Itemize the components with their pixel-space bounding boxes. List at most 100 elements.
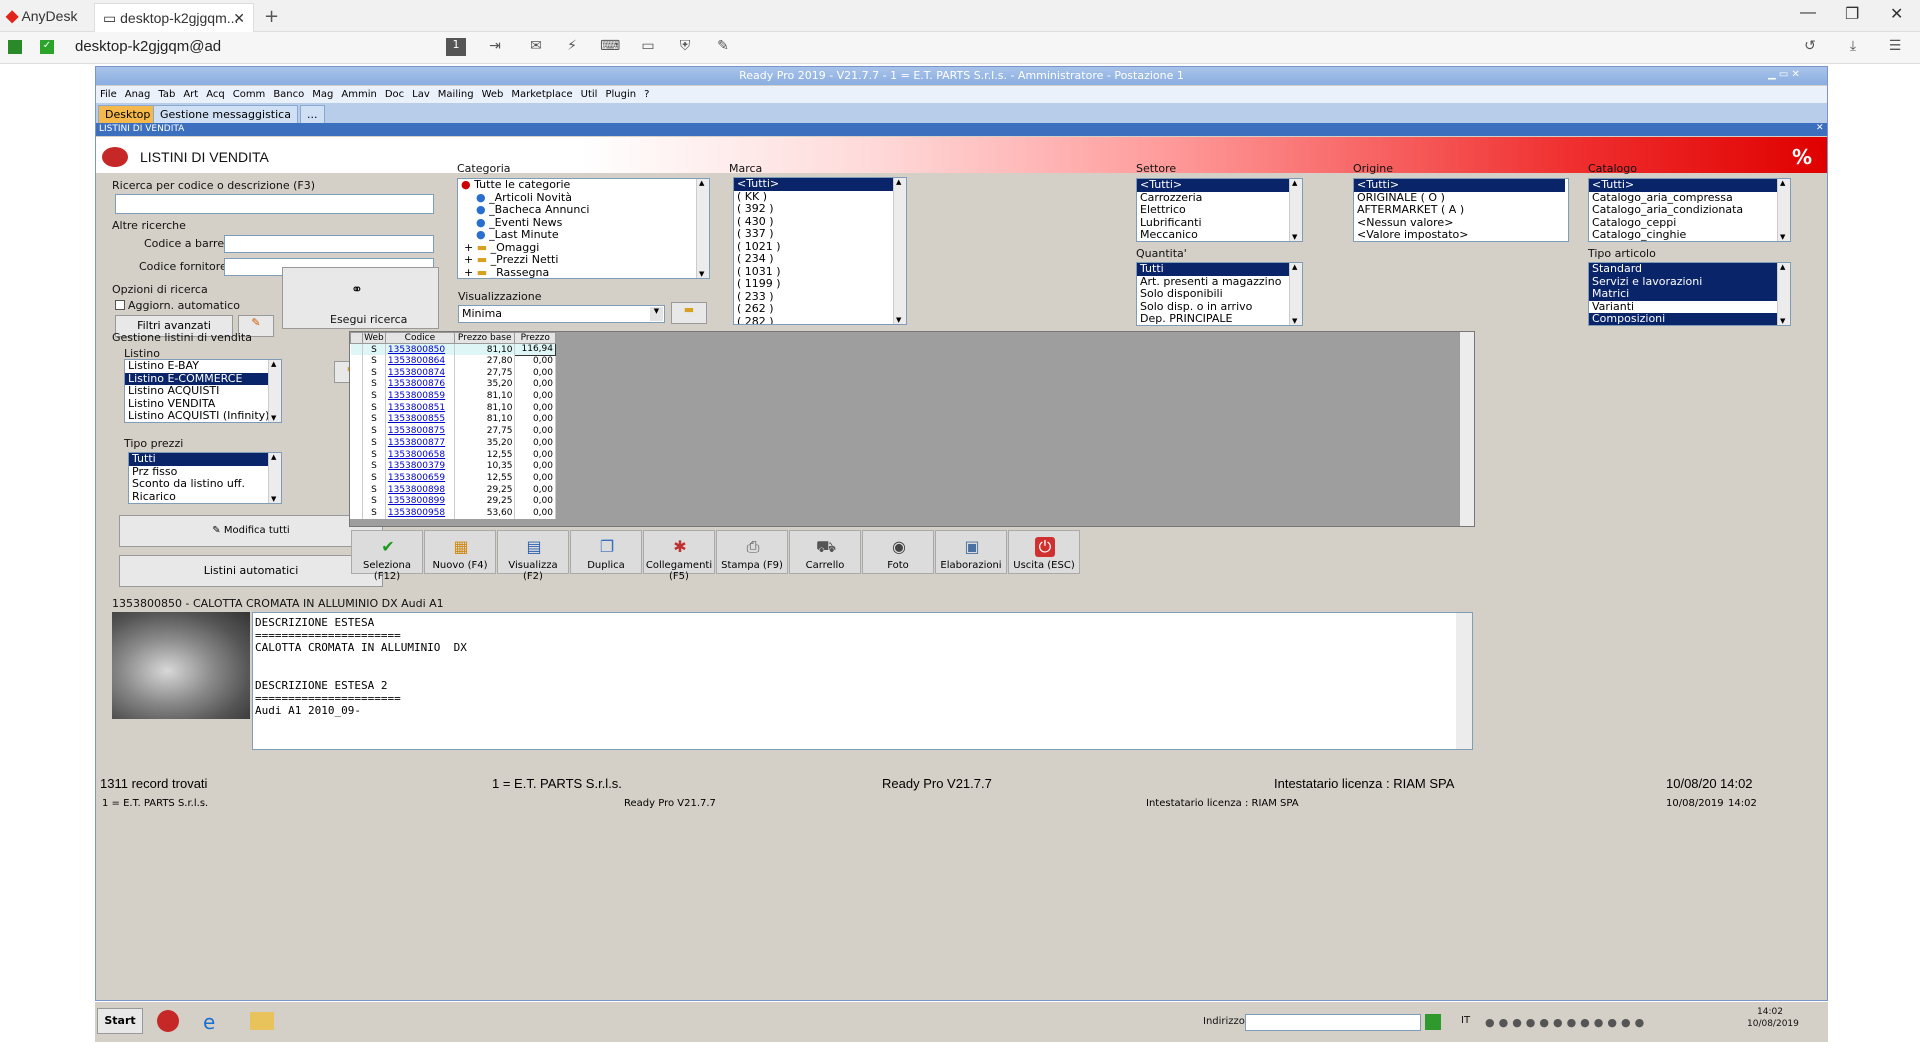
cell-prezzo[interactable]: 116,94 xyxy=(514,343,556,356)
cell-codice[interactable]: 1353800659 xyxy=(385,472,455,484)
table-row[interactable]: S 1353800859 81,10 0,00 xyxy=(350,390,556,402)
cell-prezzo[interactable]: 0,00 xyxy=(514,390,556,402)
catalogo-list[interactable]: <Tutti> Catalogo_aria_compressa Catalogo… xyxy=(1588,178,1791,242)
list-item[interactable]: ( 1199 ) xyxy=(734,277,906,291)
description-scrollbar[interactable] xyxy=(1456,613,1472,749)
cell-prezzo-base[interactable]: 81,10 xyxy=(454,401,516,414)
readypro-taskbar-icon[interactable] xyxy=(157,1010,179,1032)
table-row[interactable]: S 1353800379 10,35 0,00 xyxy=(350,460,556,473)
auto-update-checkbox[interactable] xyxy=(115,300,125,310)
cell-web[interactable]: S xyxy=(362,413,386,426)
cell-web[interactable]: S xyxy=(362,472,386,484)
foto-button[interactable]: ◉ Foto xyxy=(862,530,934,574)
cell-codice[interactable]: 1353800874 xyxy=(385,366,455,379)
chat-icon[interactable]: ✉ xyxy=(526,38,546,56)
table-row[interactable]: S 1353800855 81,10 0,00 xyxy=(350,413,556,426)
cell-codice[interactable]: 1353800864 xyxy=(385,355,455,367)
list-item[interactable]: Matrici xyxy=(1589,287,1790,301)
cell-prezzo-base[interactable]: 29,25 xyxy=(454,483,516,496)
cell-web[interactable]: S xyxy=(362,355,386,367)
list-item[interactable]: Catalogo_cinghie xyxy=(1589,228,1790,241)
cell-codice[interactable]: 1353800876 xyxy=(385,378,455,391)
cell-codice[interactable]: 1353800877 xyxy=(385,437,455,449)
display-icon[interactable]: ▭ xyxy=(638,38,658,56)
restore-icon[interactable]: ❐ xyxy=(1845,4,1859,24)
cell-web[interactable]: S xyxy=(362,425,386,437)
menu-anag[interactable]: Anag xyxy=(125,89,151,100)
table-row[interactable]: S 1353800875 27,75 0,00 xyxy=(350,425,556,437)
col-codice[interactable]: Codice xyxy=(384,332,455,344)
close-window-icon[interactable]: ✕ xyxy=(1890,4,1903,24)
list-item[interactable]: Tutti xyxy=(129,453,281,466)
cell-web[interactable]: S xyxy=(362,343,386,356)
elaborazioni-button[interactable]: ▣ Elaborazioni xyxy=(935,530,1007,574)
table-row[interactable]: S 1353800958 53,60 0,00 xyxy=(350,507,556,519)
cell-prezzo-base[interactable]: 27,75 xyxy=(454,425,516,437)
panel-close-icon[interactable]: ✕ xyxy=(1816,123,1824,133)
menu-icon[interactable]: ☰ xyxy=(1885,38,1905,56)
cell-web[interactable]: S xyxy=(362,437,386,449)
cell-codice[interactable]: 1353800875 xyxy=(385,425,455,437)
cell-web[interactable]: S xyxy=(362,448,386,461)
cell-prezzo[interactable]: 0,00 xyxy=(514,483,556,496)
table-row[interactable]: S 1353800898 29,25 0,00 xyxy=(350,483,556,496)
list-item[interactable]: ( 392 ) xyxy=(734,202,906,216)
cell-web[interactable]: S xyxy=(362,495,386,508)
list-item[interactable]: ( 262 ) xyxy=(734,302,906,316)
listino-list[interactable]: Listino E-BAY Listino E-COMMERCE Listino… xyxy=(124,359,282,423)
visualizzazione-select[interactable]: Minima ▼ xyxy=(458,305,665,323)
menu-art[interactable]: Art xyxy=(183,89,198,100)
cell-web[interactable]: S xyxy=(362,507,386,519)
list-item[interactable]: Composizioni xyxy=(1589,312,1790,325)
visualizza-button[interactable]: ▤ Visualizza (F2) xyxy=(497,530,569,582)
cell-prezzo[interactable]: 0,00 xyxy=(514,378,556,391)
cell-web[interactable]: S xyxy=(362,378,386,391)
history-icon[interactable]: ↺ xyxy=(1800,38,1820,56)
menu-mailing[interactable]: Mailing xyxy=(438,89,474,100)
tab-desktop[interactable]: Desktop xyxy=(98,105,158,123)
table-row[interactable]: S 1353800659 12,55 0,00 xyxy=(350,472,556,484)
cell-prezzo[interactable]: 0,00 xyxy=(514,355,556,367)
tipo-articolo-scrollbar[interactable] xyxy=(1777,263,1790,325)
permissions-icon[interactable]: ⛨ xyxy=(675,38,695,56)
start-button[interactable]: Start xyxy=(97,1008,143,1034)
cell-prezzo-base[interactable]: 81,10 xyxy=(454,390,516,402)
seleziona-button[interactable]: ✔ Seleziona (F12) xyxy=(351,530,423,582)
product-thumbnail[interactable] xyxy=(112,612,250,719)
catalogo-scrollbar[interactable] xyxy=(1777,179,1790,241)
search-input[interactable] xyxy=(115,194,434,214)
cell-prezzo-base[interactable]: 27,80 xyxy=(454,355,516,367)
carrello-button[interactable]: ⛟ Carrello xyxy=(789,530,861,574)
listini-automatici-button[interactable]: Listini automatici xyxy=(119,555,383,587)
cell-codice[interactable]: 1353800658 xyxy=(385,448,455,461)
cell-web[interactable]: S xyxy=(362,460,386,473)
list-item[interactable]: AFTERMARKET ( A ) xyxy=(1354,203,1568,217)
new-tab-icon[interactable]: + xyxy=(264,6,279,27)
cell-prezzo[interactable]: 0,00 xyxy=(514,437,556,449)
go-icon[interactable] xyxy=(1425,1014,1441,1030)
barcode-input[interactable] xyxy=(224,235,434,253)
cell-prezzo[interactable]: 0,00 xyxy=(514,495,556,508)
col-prezzo-base[interactable]: Prezzo base xyxy=(453,332,516,344)
cell-prezzo-base[interactable]: 10,35 xyxy=(454,460,516,473)
menu-acq[interactable]: Acq xyxy=(206,89,225,100)
cell-prezzo[interactable]: 0,00 xyxy=(514,472,556,484)
menu-doc[interactable]: Doc xyxy=(385,89,404,100)
folder-button[interactable]: ▬ xyxy=(671,302,707,324)
cell-prezzo-base[interactable]: 35,20 xyxy=(454,437,516,449)
marca-scrollbar[interactable] xyxy=(893,178,906,324)
menu-file[interactable]: File xyxy=(100,89,117,100)
language-indicator[interactable]: IT xyxy=(1461,1015,1470,1026)
list-item[interactable]: Sconto da listino uff. xyxy=(129,477,281,491)
cell-prezzo-base[interactable]: 29,25 xyxy=(454,495,516,508)
tray-icons[interactable]: ●●●●●●●●●●●● xyxy=(1485,1016,1648,1029)
extended-description[interactable]: DESCRIZIONE ESTESA =====================… xyxy=(252,612,1473,750)
cell-web[interactable]: S xyxy=(362,366,386,379)
list-item[interactable]: Listino ACQUISTI xyxy=(125,384,281,398)
cell-prezzo-base[interactable]: 81,10 xyxy=(454,413,516,426)
keyboard-icon[interactable]: ⌨ xyxy=(600,38,620,56)
list-item[interactable]: ( 282 ) xyxy=(734,315,906,324)
table-row[interactable]: S 1353800877 35,20 0,00 xyxy=(350,437,556,449)
cell-codice[interactable]: 1353800379 xyxy=(385,460,455,473)
list-item[interactable]: <Tutti> xyxy=(1589,179,1790,192)
